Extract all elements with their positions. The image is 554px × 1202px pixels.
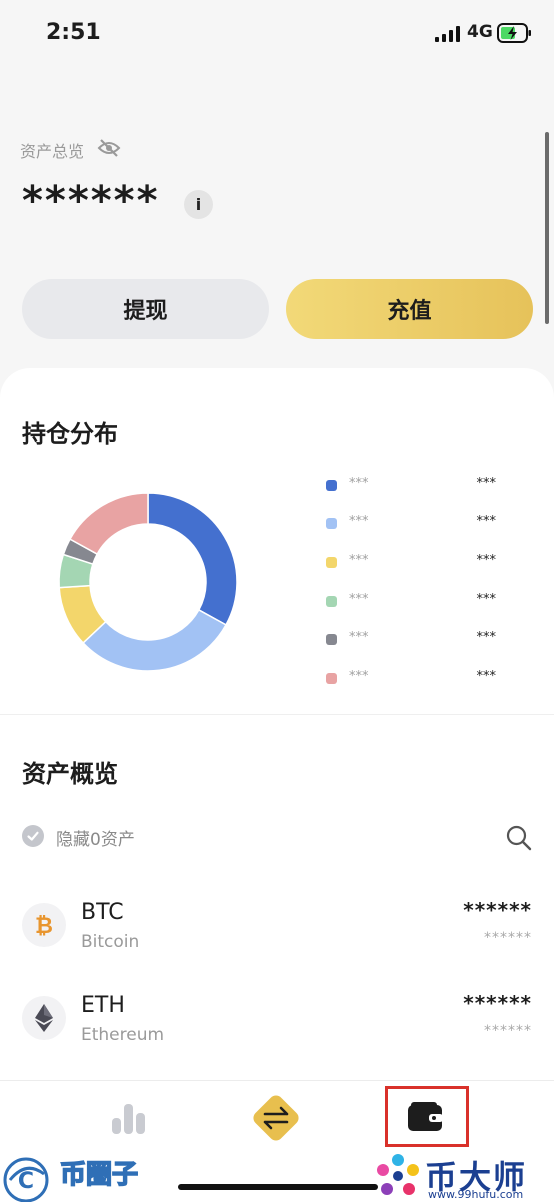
legend-value: *** bbox=[476, 476, 497, 491]
asset-amount: ****** bbox=[463, 898, 532, 922]
watermark-left-text: 币圈子 bbox=[59, 1159, 139, 1191]
section-divider bbox=[0, 714, 554, 715]
total-balance: ****** bbox=[22, 178, 160, 224]
bitcoin-icon: ₿ bbox=[22, 903, 66, 947]
status-time: 2:51 bbox=[46, 20, 101, 45]
asset-value: ****** bbox=[484, 930, 532, 946]
legend-value: *** bbox=[476, 592, 497, 607]
legend-item: *** *** bbox=[326, 514, 496, 534]
asset-symbol: BTC bbox=[81, 900, 124, 925]
home-indicator bbox=[178, 1184, 378, 1190]
watermark-right-logo bbox=[377, 1154, 419, 1195]
legend-item: *** *** bbox=[326, 630, 496, 650]
legend-name: *** bbox=[349, 592, 369, 607]
legend-name: *** bbox=[349, 630, 369, 645]
legend-item: *** *** bbox=[326, 669, 496, 689]
asset-value: ****** bbox=[484, 1023, 532, 1039]
info-icon: i bbox=[195, 195, 202, 214]
asset-name: Ethereum bbox=[81, 1025, 165, 1045]
asset-row-btc[interactable]: ₿ BTC Bitcoin ****** ****** bbox=[0, 886, 554, 962]
legend-name: *** bbox=[349, 669, 369, 684]
asset-symbol: ETH bbox=[81, 993, 125, 1018]
legend-value: *** bbox=[476, 553, 497, 568]
legend-item: *** *** bbox=[326, 476, 496, 496]
legend-color-swatch bbox=[326, 673, 337, 684]
legend-name: *** bbox=[349, 514, 369, 529]
markets-icon[interactable] bbox=[109, 1100, 147, 1134]
asset-overview-label: 资产总览 bbox=[20, 142, 85, 161]
legend-value: *** bbox=[476, 669, 497, 684]
asset-name: Bitcoin bbox=[81, 932, 140, 952]
legend-item: *** *** bbox=[326, 592, 496, 612]
nav-divider bbox=[0, 1080, 554, 1081]
asset-amount: ****** bbox=[463, 991, 532, 1015]
battery-charging-icon bbox=[497, 23, 531, 43]
legend-color-swatch bbox=[326, 596, 337, 607]
legend-color-swatch bbox=[326, 518, 337, 529]
deposit-button[interactable]: 充值 bbox=[286, 279, 533, 339]
holding-distribution-title: 持仓分布 bbox=[22, 420, 118, 448]
legend-value: *** bbox=[476, 514, 497, 529]
ethereum-icon bbox=[22, 996, 66, 1040]
wallet-highlight-annotation bbox=[385, 1086, 469, 1147]
signal-icon bbox=[435, 26, 460, 42]
donut-slice bbox=[82, 608, 228, 672]
watermark-right-url: www.99hufu.com bbox=[428, 1188, 524, 1201]
scroll-indicator bbox=[545, 132, 549, 324]
search-icon[interactable] bbox=[505, 824, 532, 851]
hide-zero-label[interactable]: 隐藏0资产 bbox=[56, 825, 135, 850]
trade-icon[interactable] bbox=[248, 1090, 304, 1146]
legend-name: *** bbox=[349, 553, 369, 568]
network-type: 4G bbox=[467, 22, 493, 42]
asset-row-eth[interactable]: ETH Ethereum ****** ****** bbox=[0, 979, 554, 1055]
info-button[interactable]: i bbox=[184, 190, 213, 219]
asset-overview-title: 资产概览 bbox=[22, 760, 118, 788]
legend-color-swatch bbox=[326, 480, 337, 491]
ethereum-glyph-icon bbox=[35, 1004, 53, 1032]
svg-text:₿: ₿ bbox=[35, 914, 53, 938]
donut-slice bbox=[147, 492, 238, 626]
legend-value: *** bbox=[476, 630, 497, 645]
hide-zero-checkbox[interactable] bbox=[22, 825, 44, 847]
legend-item: *** *** bbox=[326, 553, 496, 573]
legend-color-swatch bbox=[326, 557, 337, 568]
legend-color-swatch bbox=[326, 634, 337, 645]
withdraw-button[interactable]: 提现 bbox=[22, 279, 269, 339]
donut-slice bbox=[68, 492, 149, 556]
svg-text:C: C bbox=[18, 1169, 34, 1194]
legend-name: *** bbox=[349, 476, 369, 491]
check-icon bbox=[27, 831, 39, 841]
eye-hidden-icon[interactable] bbox=[97, 137, 121, 159]
bitcoin-glyph-icon: ₿ bbox=[35, 914, 53, 938]
holdings-donut-chart bbox=[58, 492, 238, 672]
